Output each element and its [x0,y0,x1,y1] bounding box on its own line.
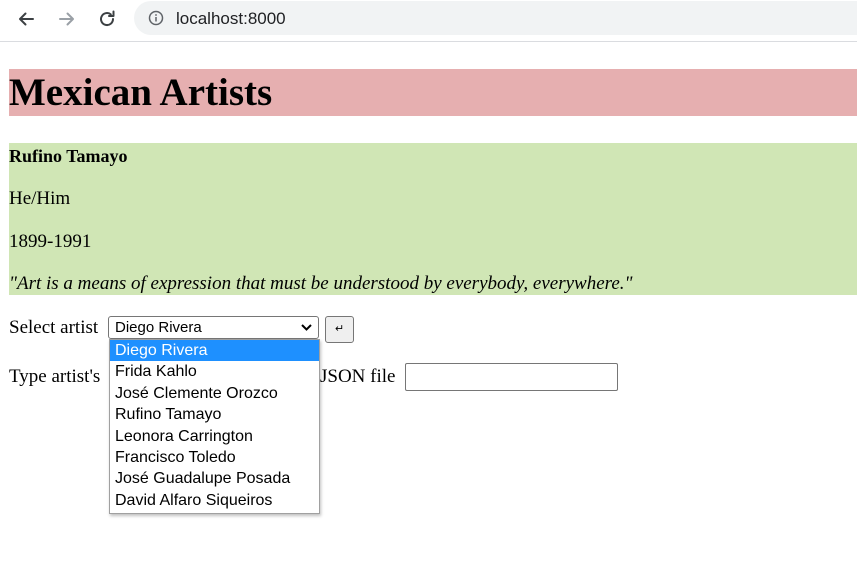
page-title: Mexican Artists [9,71,273,114]
json-file-input[interactable] [405,363,618,391]
select-artist-label: Select artist [9,317,99,338]
back-button[interactable] [11,4,41,34]
artist-name: Rufino Tamayo [9,146,128,166]
artist-pronouns: He/Him [9,188,71,209]
reload-icon [100,10,115,27]
enter-icon: ↵ [334,322,345,335]
submit-artist-button[interactable]: ↵ [325,316,354,343]
artist-select[interactable]: Diego Rivera [108,316,319,339]
arrow-left-icon [19,12,34,26]
type-json-label-start: Type artist's [9,366,101,387]
option-jose-clemente-orozco[interactable]: José Clemente Orozco [110,383,319,404]
artist-years: 1899-1991 [9,231,92,252]
option-leonora-carrington[interactable]: Leonora Carrington [110,426,319,447]
arrow-right-icon [59,12,74,26]
type-json-label-end: JSON file [320,366,396,387]
artist-select-value: Diego Rivera [115,319,202,336]
option-jose-guadalupe-posada[interactable]: José Guadalupe Posada [110,468,319,489]
artist-quote: "Art is a means of expression that must … [9,273,633,294]
address-bar[interactable]: localhost:8000 [134,1,857,35]
page-title-bar: Mexican Artists [9,69,857,116]
reload-button[interactable] [92,4,122,34]
artist-card: Rufino Tamayo He/Him 1899-1991 "Art is a… [9,143,857,295]
option-frida-kahlo[interactable]: Frida Kahlo [110,361,319,382]
option-david-alfaro-siqueiros[interactable]: David Alfaro Siqueiros [110,490,319,511]
chevron-down-icon [301,324,312,331]
option-rufino-tamayo[interactable]: Rufino Tamayo [110,404,319,425]
forward-button[interactable] [52,4,82,34]
info-icon[interactable] [148,10,164,26]
option-francisco-toledo[interactable]: Francisco Toledo [110,447,319,468]
option-diego-rivera[interactable]: Diego Rivera [110,340,319,361]
artist-dropdown-list: Diego Rivera Frida Kahlo José Clemente O… [109,339,320,514]
browser-toolbar: localhost:8000 [0,0,857,42]
url-text: localhost:8000 [176,9,286,28]
